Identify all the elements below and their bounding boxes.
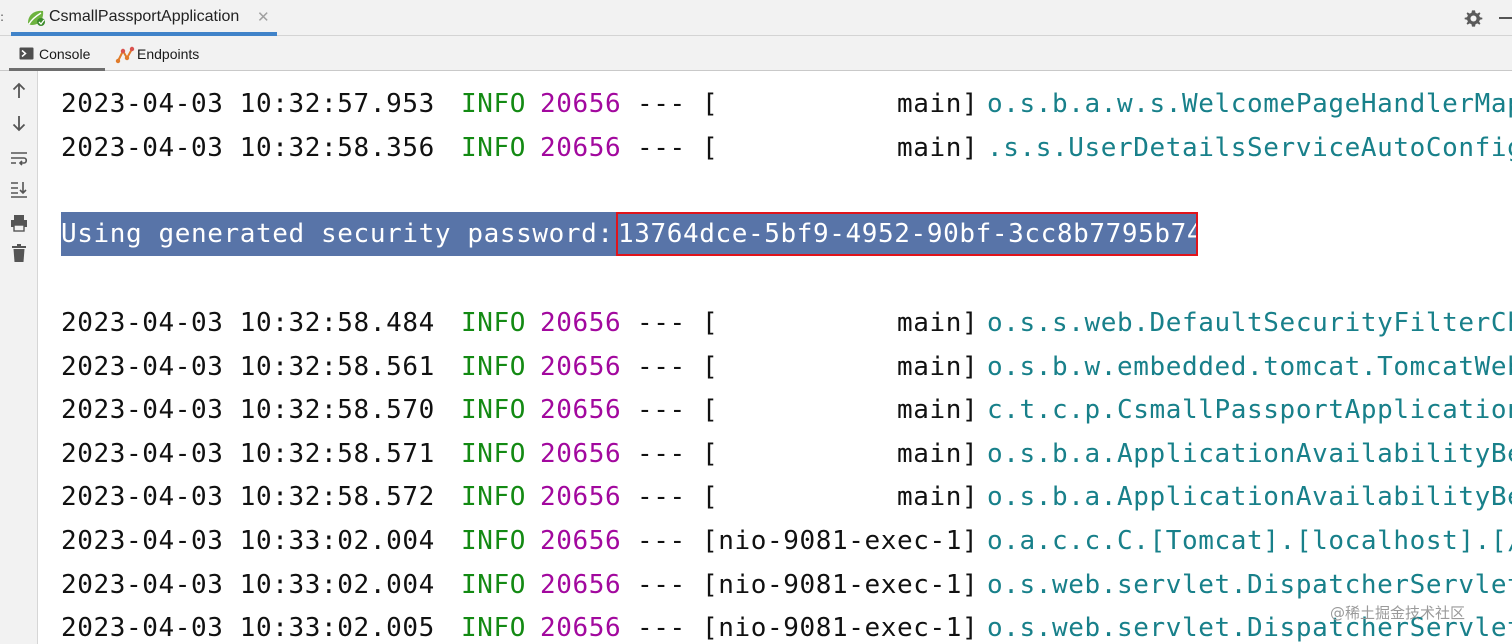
watermark: @稀土掘金技术社区 [1330,604,1466,622]
console-side-toolbar [0,71,38,644]
log-level: INFO [461,308,527,338]
log-pid: 20656 [540,569,622,600]
log-separator: --- [637,89,686,119]
hidden-tabs-indicator[interactable]: : [0,10,4,24]
log-logger-name: o.a.c.c.C.[Tomcat].[localhost].[/ [987,526,1512,556]
log-thread: [ main] [702,351,979,382]
log-level: INFO [461,613,527,644]
log-thread: [nio-9081-exec-1] [702,613,979,644]
log-thread: [ main] [702,482,979,513]
spring-boot-icon [28,10,45,26]
log-level: INFO [461,482,527,513]
console-icon [19,47,34,60]
log-pid: 20656 [540,438,622,469]
log-timestamp: 2023-04-03 10:33:02.005 [61,613,435,644]
trash-icon[interactable] [9,243,29,263]
log-logger-name: o.s.s.web.DefaultSecurityFilterCh [987,308,1512,338]
endpoints-icon [115,46,135,64]
console-tab-bar: Console Endpoints [0,36,1512,71]
log-thread: [ main] [702,133,979,163]
log-separator: --- [637,526,686,556]
log-timestamp: 2023-04-03 10:32:58.561 [61,351,435,382]
log-logger-name: c.t.c.p.CsmallPassportApplication [987,395,1512,426]
minimize-icon[interactable] [1499,17,1512,19]
log-level: INFO [461,395,527,426]
tab-endpoints-label: Endpoints [137,46,200,62]
log-timestamp: 2023-04-03 10:32:58.484 [61,308,435,338]
log-logger-name: o.s.b.a.ApplicationAvailabilityBe [987,482,1512,513]
log-pid: 20656 [540,526,622,556]
log-thread: [ main] [702,308,979,338]
tab-endpoints[interactable]: Endpoints [106,36,216,71]
log-pid: 20656 [540,351,622,382]
log-timestamp: 2023-04-03 10:33:02.004 [61,526,435,556]
log-separator: --- [637,351,686,382]
log-timestamp: 2023-04-03 10:32:58.571 [61,438,435,469]
close-icon[interactable]: ✕ [257,8,270,26]
password-line-label: Using generated security password: [61,212,616,256]
log-thread: [ main] [702,395,979,426]
log-timestamp: 2023-04-03 10:32:58.356 [61,133,435,163]
tab-console[interactable]: Console [9,36,105,71]
log-logger-name: o.s.b.a.ApplicationAvailabilityBe [987,438,1512,469]
print-icon[interactable] [9,213,29,233]
arrow-down-icon[interactable] [9,113,29,133]
log-timestamp: 2023-04-03 10:32:58.572 [61,482,435,513]
log-logger-name: o.s.web.servlet.DispatcherServlet [987,569,1512,600]
log-pid: 20656 [540,613,622,644]
log-pid: 20656 [540,308,622,338]
log-thread: [ main] [702,438,979,469]
log-level: INFO [461,133,527,163]
generated-password-value[interactable]: 13764dce-5bf9-4952-90bf-3cc8b7795b74 [616,212,1203,256]
scroll-to-end-icon[interactable] [9,179,29,199]
log-separator: --- [637,133,686,163]
log-separator: --- [637,395,686,426]
tab-console-label: Console [39,46,91,62]
log-level: INFO [461,351,527,382]
gear-icon[interactable] [1464,9,1483,28]
log-logger-name: o.s.b.a.w.s.WelcomePageHandlerMap [987,89,1512,119]
log-thread: [nio-9081-exec-1] [702,569,979,600]
arrow-up-icon[interactable] [9,81,29,101]
log-timestamp: 2023-04-03 10:32:57.953 [61,89,435,119]
log-pid: 20656 [540,482,622,513]
soft-wrap-icon[interactable] [9,148,29,168]
log-separator: --- [637,613,686,644]
log-level: INFO [461,89,527,119]
log-logger-name: o.s.b.w.embedded.tomcat.TomcatWeb [987,351,1512,382]
log-level: INFO [461,569,527,600]
log-logger-name: .s.s.UserDetailsServiceAutoConfig [987,133,1512,163]
log-pid: 20656 [540,89,622,119]
log-timestamp: 2023-04-03 10:32:58.570 [61,395,435,426]
log-separator: --- [637,308,686,338]
log-thread: [ main] [702,89,979,119]
log-level: INFO [461,526,527,556]
log-separator: --- [637,482,686,513]
run-tab-label: CsmallPassportApplication [49,8,240,25]
log-separator: --- [637,438,686,469]
run-tab-bar: : CsmallPassportApplication ✕ [0,0,1512,36]
log-level: INFO [461,438,527,469]
console-output[interactable]: 2023-04-03 10:32:57.953 INFO 20656 --- [ mai… [39,71,1512,644]
log-timestamp: 2023-04-03 10:33:02.004 [61,569,435,600]
log-thread: [nio-9081-exec-1] [702,526,979,556]
log-separator: --- [637,569,686,600]
run-tab[interactable]: CsmallPassportApplication ✕ [11,0,277,36]
log-pid: 20656 [540,133,622,163]
log-pid: 20656 [540,395,622,426]
